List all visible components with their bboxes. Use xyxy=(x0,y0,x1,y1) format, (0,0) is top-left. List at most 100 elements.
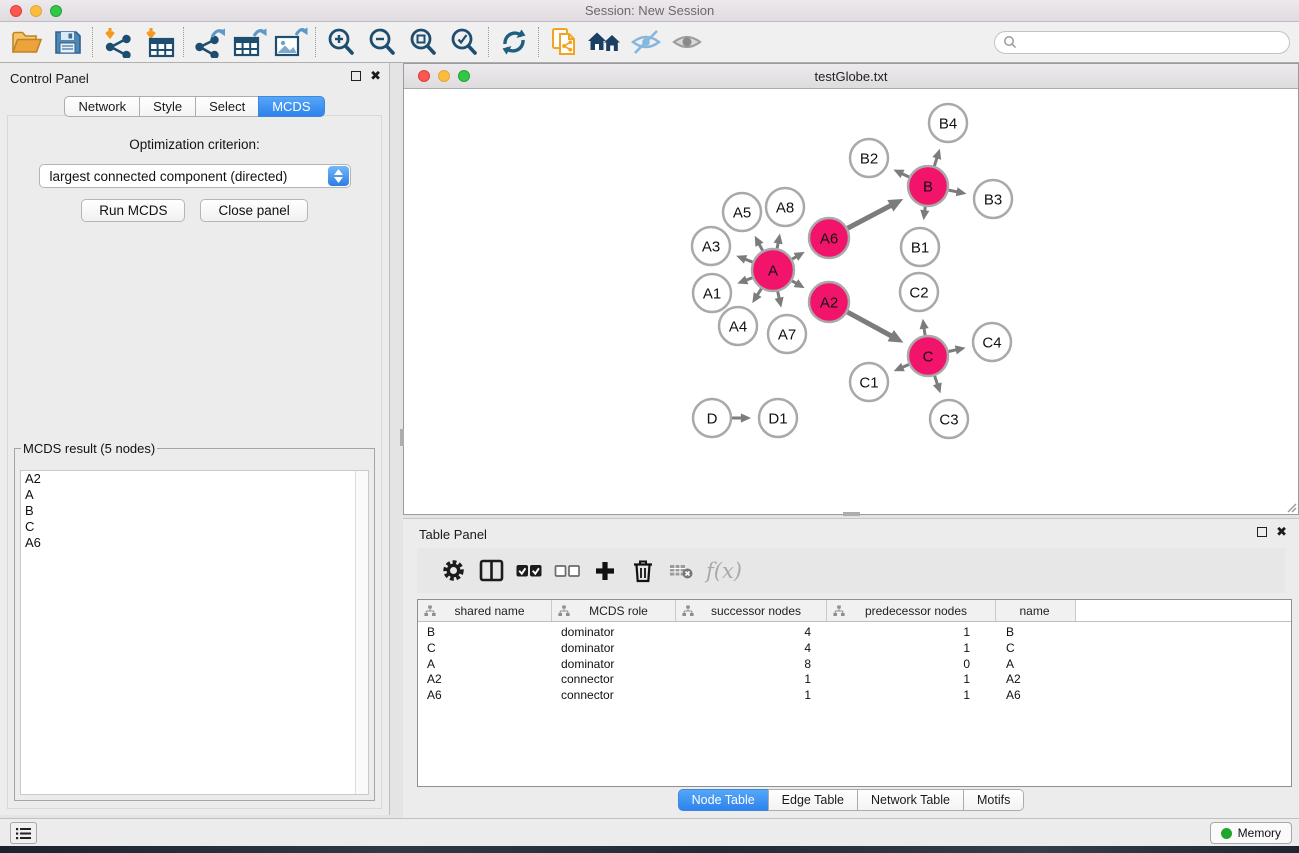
show-columns-icon[interactable] xyxy=(472,553,510,589)
table-row[interactable]: Cdominator41C xyxy=(418,641,1291,657)
tab-node-table[interactable]: Node Table xyxy=(678,789,769,811)
task-history-button[interactable] xyxy=(10,822,37,844)
edge-arrowhead-icon xyxy=(920,210,929,221)
export-table-icon[interactable] xyxy=(229,25,270,59)
graph-edge[interactable] xyxy=(778,291,780,298)
import-table-icon[interactable] xyxy=(138,25,179,59)
table-row[interactable]: Adominator80A xyxy=(418,657,1291,673)
tab-select[interactable]: Select xyxy=(195,96,259,117)
zoom-out-icon[interactable] xyxy=(361,25,402,59)
graph-edge[interactable] xyxy=(746,278,753,281)
tab-network[interactable]: Network xyxy=(64,96,140,117)
mcds-result-item[interactable]: A xyxy=(21,487,368,503)
refresh-layout-icon[interactable] xyxy=(493,25,534,59)
graph-edge[interactable] xyxy=(745,259,753,262)
mcds-result-item[interactable]: B xyxy=(21,503,368,519)
graph-edge[interactable] xyxy=(847,312,891,336)
new-network-from-file-icon[interactable] xyxy=(543,25,584,59)
result-scrollbar[interactable] xyxy=(355,471,368,794)
graph-node-label: B1 xyxy=(911,239,929,256)
open-session-icon[interactable] xyxy=(6,25,47,59)
tab-network-table[interactable]: Network Table xyxy=(857,789,964,811)
graph-node-label: A1 xyxy=(703,285,721,302)
network-canvas[interactable]: AA1A2A3A4A5A6A7A8BB1B2B3B4CC1C2C3C4DD1 xyxy=(404,89,1298,514)
column-header[interactable]: shared name xyxy=(418,600,552,621)
table-cell: 4 xyxy=(676,641,827,657)
network-horizontal-scrollbar[interactable] xyxy=(843,512,860,516)
show-all-icon[interactable] xyxy=(666,25,707,59)
mcds-result-list[interactable]: A2ABCA6 xyxy=(20,470,369,795)
graph-node-label: C4 xyxy=(982,334,1001,351)
graph-edge[interactable] xyxy=(935,376,938,385)
mcds-result-item[interactable]: A6 xyxy=(21,535,368,551)
zoom-fit-icon[interactable] xyxy=(402,25,443,59)
graph-edge[interactable] xyxy=(949,350,957,352)
main-region: Control Panel ✖ NetworkStyleSelectMCDS O… xyxy=(0,63,1299,818)
column-type-icon xyxy=(682,605,694,617)
home-icon[interactable] xyxy=(584,25,625,59)
mcds-result-item[interactable]: A2 xyxy=(21,471,368,487)
network-vertical-scrollbar[interactable] xyxy=(400,429,404,446)
status-bar: Memory xyxy=(0,818,1299,846)
graph-edge[interactable] xyxy=(759,244,763,251)
column-header[interactable]: MCDS role xyxy=(552,600,676,621)
import-network-icon[interactable] xyxy=(97,25,138,59)
column-header[interactable]: name xyxy=(996,600,1076,621)
table-cell: 4 xyxy=(676,625,827,641)
graph-node-label: C1 xyxy=(859,374,878,391)
table-body: Bdominator41BCdominator41CAdominator80AA… xyxy=(418,622,1291,704)
graph-edge[interactable] xyxy=(934,157,937,166)
graph-edge[interactable] xyxy=(902,173,909,177)
column-type-icon xyxy=(833,605,845,617)
float-table-panel-icon[interactable] xyxy=(1257,527,1267,537)
graph-node-label: A5 xyxy=(733,204,751,221)
export-image-icon[interactable] xyxy=(270,25,311,59)
zoom-selected-icon[interactable] xyxy=(443,25,484,59)
graph-edge[interactable] xyxy=(924,328,925,335)
zoom-in-icon[interactable] xyxy=(320,25,361,59)
table-cell: C xyxy=(418,641,552,657)
graph-edge[interactable] xyxy=(848,205,892,228)
close-table-panel-icon[interactable]: ✖ xyxy=(1276,527,1287,537)
table-cell: connector xyxy=(552,672,676,688)
table-settings-icon[interactable] xyxy=(434,553,472,589)
tab-motifs[interactable]: Motifs xyxy=(963,789,1024,811)
memory-button[interactable]: Memory xyxy=(1210,822,1292,844)
table-row[interactable]: Bdominator41B xyxy=(418,625,1291,641)
table-panel: Table Panel ✖ xyxy=(403,518,1299,818)
table-cell: 0 xyxy=(827,657,996,673)
column-header[interactable]: successor nodes xyxy=(676,600,827,621)
task-list-icon xyxy=(15,826,32,841)
save-session-icon[interactable] xyxy=(47,25,88,59)
close-panel-icon[interactable]: ✖ xyxy=(370,71,381,81)
network-graph: AA1A2A3A4A5A6A7A8BB1B2B3B4CC1C2C3C4DD1 xyxy=(404,89,1298,514)
add-column-icon[interactable] xyxy=(586,553,624,589)
resize-grip-icon[interactable] xyxy=(1285,501,1297,513)
hide-selected-icon[interactable] xyxy=(625,25,666,59)
deselect-all-columns-icon[interactable] xyxy=(548,553,586,589)
criterion-dropdown[interactable]: largest connected component (directed) xyxy=(39,164,351,188)
select-all-columns-icon[interactable] xyxy=(510,553,548,589)
graph-edge[interactable] xyxy=(902,364,909,367)
table-cell: dominator xyxy=(552,657,676,673)
tab-edge-table[interactable]: Edge Table xyxy=(768,789,858,811)
column-header[interactable]: predecessor nodes xyxy=(827,600,996,621)
export-network-icon[interactable] xyxy=(188,25,229,59)
run-mcds-button[interactable]: Run MCDS xyxy=(81,199,185,222)
table-toolbar: f(x) xyxy=(417,548,1285,593)
mcds-result-item[interactable]: C xyxy=(21,519,368,535)
mcds-result-box: MCDS result (5 nodes) A2ABCA6 xyxy=(14,441,375,801)
control-panel-title: Control Panel xyxy=(10,71,89,86)
close-panel-button[interactable]: Close panel xyxy=(200,199,307,222)
float-panel-icon[interactable] xyxy=(351,71,361,81)
table-row[interactable]: A6connector11A6 xyxy=(418,688,1291,704)
delete-column-icon[interactable] xyxy=(624,553,662,589)
graph-edge[interactable] xyxy=(949,190,958,192)
graph-node-label: B4 xyxy=(939,115,957,132)
network-window-titlebar[interactable]: testGlobe.txt xyxy=(404,64,1298,89)
table-row[interactable]: A2connector11A2 xyxy=(418,672,1291,688)
graph-edge[interactable] xyxy=(757,289,761,296)
tab-mcds[interactable]: MCDS xyxy=(258,96,324,117)
search-input[interactable] xyxy=(1021,33,1289,51)
tab-style[interactable]: Style xyxy=(139,96,196,117)
